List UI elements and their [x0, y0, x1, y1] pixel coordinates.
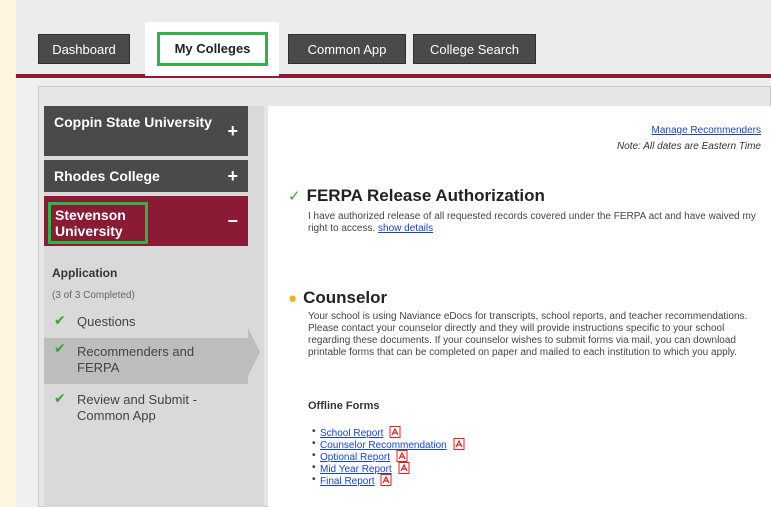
- ferpa-description: I have authorized release of all request…: [308, 211, 756, 234]
- ferpa-text: I have authorized release of all request…: [308, 211, 763, 235]
- checkmark-icon: ✔: [54, 340, 66, 356]
- pdf-icon[interactable]: [396, 450, 408, 462]
- final-report-link[interactable]: Final Report: [320, 476, 374, 487]
- ferpa-title: FERPA Release Authorization: [306, 186, 545, 205]
- college-name: Rhodes College: [54, 168, 160, 184]
- list-item: Final Report: [312, 474, 465, 487]
- expand-icon[interactable]: +: [227, 122, 238, 140]
- current-step-pointer: [248, 328, 260, 376]
- tab-common-app[interactable]: Common App: [288, 34, 406, 64]
- collapse-icon[interactable]: −: [227, 212, 238, 230]
- college-name: Coppin State University: [54, 114, 212, 130]
- list-item: Optional Report: [312, 450, 465, 463]
- application-heading: Application: [52, 266, 118, 280]
- list-item: Counselor Recommendation: [312, 438, 465, 451]
- manage-recommenders-link[interactable]: Manage Recommenders: [652, 125, 762, 136]
- ferpa-heading: ✓ FERPA Release Authorization: [288, 186, 545, 206]
- college-sidebar: Coppin State University + Rhodes College…: [44, 106, 264, 507]
- step-questions[interactable]: ✔ Questions: [52, 312, 248, 330]
- counselor-heading: ● Counselor: [288, 288, 387, 308]
- show-details-link[interactable]: show details: [378, 223, 433, 234]
- top-navigation: Dashboard My Colleges Common App College…: [16, 0, 771, 78]
- college-item-coppin-state[interactable]: Coppin State University +: [44, 106, 248, 156]
- pdf-icon[interactable]: [453, 438, 465, 450]
- tab-my-colleges[interactable]: My Colleges: [157, 32, 268, 66]
- list-item: School Report: [312, 426, 465, 439]
- content-area: Manage Recommenders Note: All dates are …: [268, 106, 771, 507]
- step-label: Questions: [77, 314, 136, 329]
- timezone-note: Note: All dates are Eastern Time: [616, 141, 761, 152]
- pdf-icon[interactable]: [398, 462, 410, 474]
- pdf-icon[interactable]: [389, 426, 401, 438]
- checkmark-icon: ✓: [288, 188, 301, 205]
- pdf-icon[interactable]: [380, 474, 392, 486]
- offline-forms-heading: Offline Forms: [308, 400, 380, 412]
- expand-icon[interactable]: +: [227, 167, 238, 185]
- college-item-rhodes[interactable]: Rhodes College +: [44, 160, 248, 192]
- counselor-text: Your school is using Naviance eDocs for …: [308, 311, 748, 358]
- list-item: Mid Year Report: [312, 462, 465, 475]
- status-dot-icon: ●: [288, 290, 298, 307]
- checkmark-icon: ✔: [54, 312, 66, 328]
- tab-dashboard[interactable]: Dashboard: [38, 34, 130, 64]
- offline-forms-list: School Report Counselor Recommendation O…: [312, 426, 465, 487]
- tab-college-search[interactable]: College Search: [413, 34, 536, 64]
- counselor-title: Counselor: [303, 288, 388, 307]
- step-review-submit[interactable]: ✔ Review and Submit - Common App: [52, 390, 248, 424]
- step-label: Review and Submit - Common App: [77, 392, 197, 423]
- step-recommenders-ferpa[interactable]: ✔ Recommenders and FERPA: [44, 338, 248, 384]
- step-label: Recommenders and FERPA: [77, 344, 195, 375]
- college-name: Stevenson University: [48, 202, 148, 244]
- college-item-stevenson[interactable]: Stevenson University −: [44, 196, 248, 246]
- checkmark-icon: ✔: [54, 390, 66, 406]
- completion-count: (3 of 3 Completed): [52, 290, 135, 301]
